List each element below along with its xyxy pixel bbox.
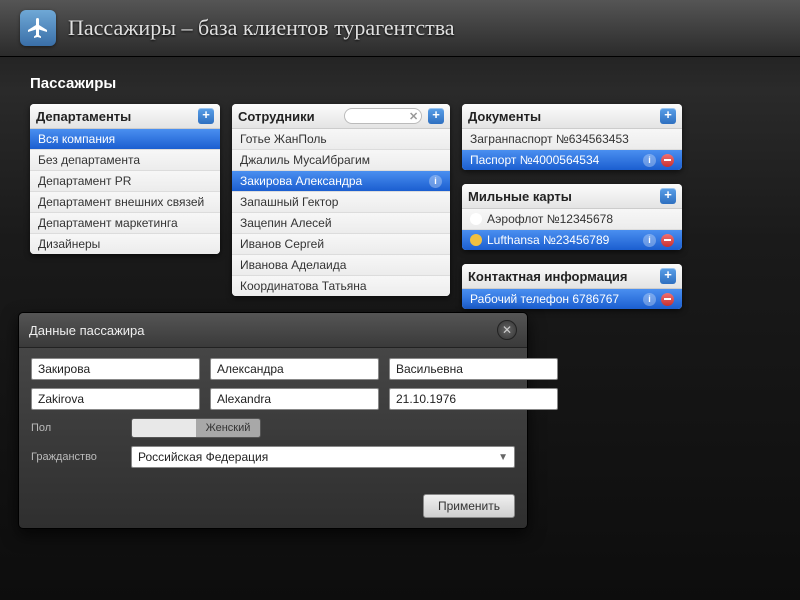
documents-panel: Документы + Загранпаспорт №634563453 Пас… [462, 104, 682, 170]
miles-panel: Мильные карты + Аэрофлот №12345678 Lufth… [462, 184, 682, 250]
section-title: Пассажиры [30, 75, 770, 92]
add-department-button[interactable]: + [198, 108, 214, 124]
modal-title: Данные пассажира [29, 323, 497, 338]
delete-icon[interactable] [661, 154, 674, 167]
contacts-panel: Контактная информация + Рабочий телефон … [462, 264, 682, 309]
departments-title: Департаменты [36, 109, 192, 124]
info-icon[interactable]: i [643, 154, 656, 167]
citizenship-label: Гражданство [31, 451, 121, 463]
gender-option-male[interactable] [132, 419, 196, 437]
gender-toggle[interactable]: Женский [131, 418, 261, 438]
contacts-title: Контактная информация [468, 269, 654, 284]
employee-search[interactable]: ✕ [344, 108, 422, 124]
info-icon[interactable]: i [429, 175, 442, 188]
delete-icon[interactable] [661, 234, 674, 247]
employee-search-input[interactable] [349, 111, 409, 122]
department-item[interactable]: Департамент маркетинга [30, 213, 220, 234]
name-en-field[interactable] [210, 388, 379, 410]
close-icon[interactable]: ✕ [497, 320, 517, 340]
contacts-list: Рабочий телефон 6786767 i [462, 289, 682, 309]
documents-title: Документы [468, 109, 654, 124]
department-item[interactable]: Департамент PR [30, 171, 220, 192]
apply-button[interactable]: Применить [423, 494, 515, 518]
employee-item[interactable]: Закирова Александраi [232, 171, 450, 192]
employee-item[interactable]: Джалиль МусаИбрагим [232, 150, 450, 171]
employee-item[interactable]: Иванов Сергей [232, 234, 450, 255]
airline-logo-icon [470, 234, 482, 246]
employee-item[interactable]: Координатова Татьяна [232, 276, 450, 296]
name-ru-field[interactable] [210, 358, 379, 380]
citizenship-value: Российская Федерация [138, 450, 268, 464]
airline-logo-icon [470, 213, 482, 225]
surname-ru-field[interactable] [31, 358, 200, 380]
miles-item[interactable]: Lufthansa №23456789 i [462, 230, 682, 250]
add-miles-button[interactable]: + [660, 188, 676, 204]
employees-list: Готье ЖанПоль Джалиль МусаИбрагим Закиро… [232, 129, 450, 296]
department-item[interactable]: Департамент внешних связей [30, 192, 220, 213]
dob-field[interactable] [389, 388, 558, 410]
miles-item[interactable]: Аэрофлот №12345678 [462, 209, 682, 230]
add-contact-button[interactable]: + [660, 268, 676, 284]
gender-option-female[interactable]: Женский [196, 419, 260, 437]
add-document-button[interactable]: + [660, 108, 676, 124]
documents-list: Загранпаспорт №634563453 Паспорт №400056… [462, 129, 682, 170]
miles-title: Мильные карты [468, 189, 654, 204]
info-icon[interactable]: i [643, 234, 656, 247]
miles-list: Аэрофлот №12345678 Lufthansa №23456789 i [462, 209, 682, 250]
department-item[interactable]: Дизайнеры [30, 234, 220, 254]
add-employee-button[interactable]: + [428, 108, 444, 124]
passenger-modal: Данные пассажира ✕ Пол Женский Гражданст… [18, 312, 528, 529]
employee-item[interactable]: Готье ЖанПоль [232, 129, 450, 150]
employees-title: Сотрудники [238, 109, 338, 124]
chevron-down-icon: ▼ [498, 452, 508, 463]
page-title: Пассажиры – база клиентов турагентства [68, 15, 455, 41]
citizenship-select[interactable]: Российская Федерация ▼ [131, 446, 515, 468]
employees-panel: Сотрудники ✕ + Готье ЖанПоль Джалиль Мус… [232, 104, 450, 296]
employee-item[interactable]: Зацепин Алесей [232, 213, 450, 234]
titlebar: Пассажиры – база клиентов турагентства [0, 0, 800, 57]
department-item[interactable]: Без департамента [30, 150, 220, 171]
employee-item[interactable]: Иванова Аделаида [232, 255, 450, 276]
delete-icon[interactable] [661, 293, 674, 306]
departments-panel: Департаменты + Вся компания Без департам… [30, 104, 220, 254]
airplane-icon [20, 10, 56, 46]
employee-item[interactable]: Запашный Гектор [232, 192, 450, 213]
departments-list: Вся компания Без департамента Департамен… [30, 129, 220, 254]
department-item[interactable]: Вся компания [30, 129, 220, 150]
info-icon[interactable]: i [643, 293, 656, 306]
patronymic-ru-field[interactable] [389, 358, 558, 380]
clear-search-icon[interactable]: ✕ [409, 110, 418, 123]
gender-label: Пол [31, 422, 121, 434]
surname-en-field[interactable] [31, 388, 200, 410]
document-item[interactable]: Паспорт №4000564534 i [462, 150, 682, 170]
contact-item[interactable]: Рабочий телефон 6786767 i [462, 289, 682, 309]
document-item[interactable]: Загранпаспорт №634563453 [462, 129, 682, 150]
